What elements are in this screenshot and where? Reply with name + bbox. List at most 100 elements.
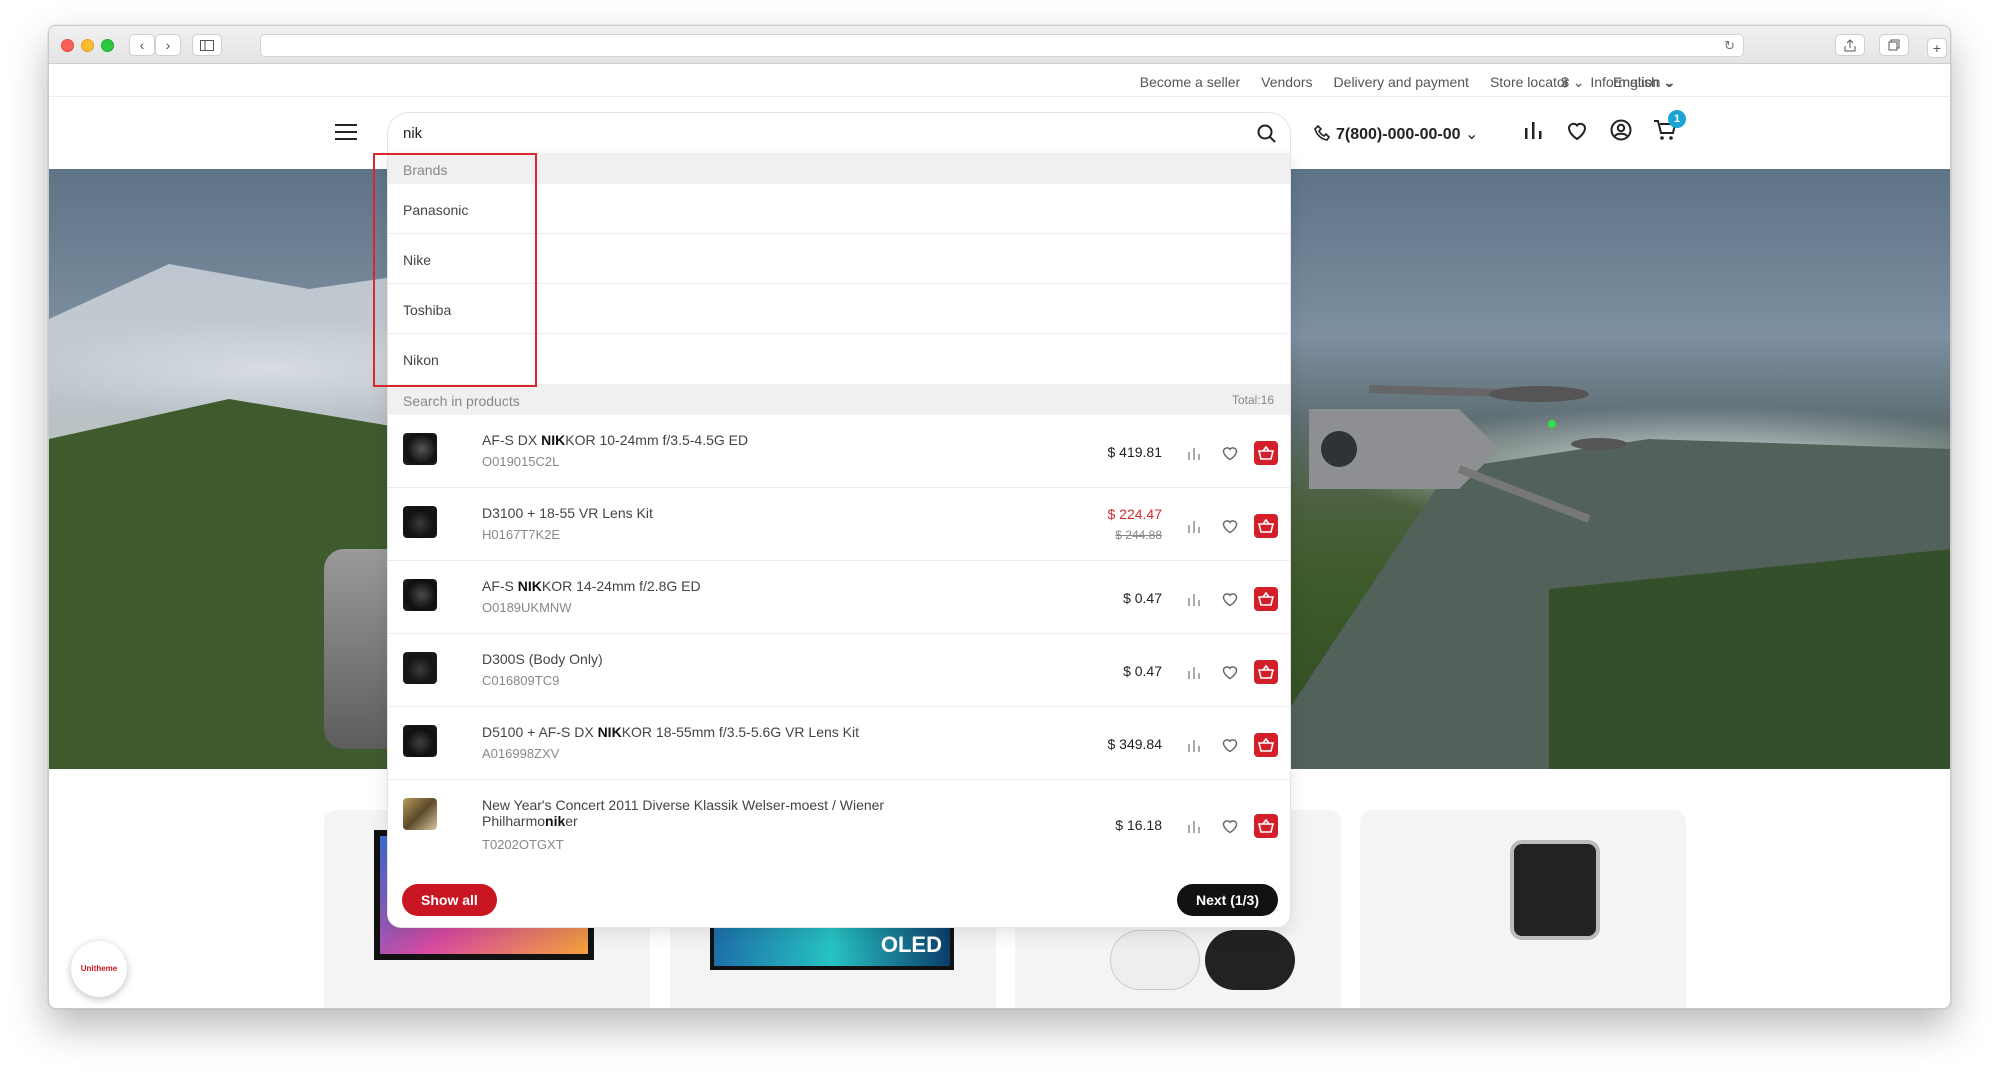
next-page-button[interactable]: Next (1/3): [1176, 884, 1278, 916]
wishlist-icon[interactable]: [1565, 118, 1589, 142]
product-price: $ 16.18: [1115, 817, 1162, 833]
product-sku: T0202OTGXT: [482, 837, 564, 852]
white-controller-image: [1110, 930, 1200, 990]
zoom-window-button[interactable]: [101, 39, 114, 52]
product-suggestion[interactable]: AF-S NIKKOR 14-24mm f/2.8G ED O0189UKMNW…: [388, 561, 1290, 634]
back-button[interactable]: ‹: [129, 34, 155, 56]
compare-icon: [1188, 594, 1200, 606]
wishlist-button[interactable]: [1218, 441, 1242, 465]
product-price: $ 0.47: [1123, 590, 1162, 606]
product-name[interactable]: D5100 + AF-S DX NIKKOR 18-55mm f/3.5-5.6…: [482, 724, 922, 740]
currency-label: $: [1561, 74, 1569, 90]
compare-button[interactable]: [1182, 814, 1206, 838]
heart-icon: [1222, 666, 1238, 680]
product-name[interactable]: AF-S DX NIKKOR 10-24mm f/3.5-4.5G ED: [482, 432, 922, 448]
product-suggestion[interactable]: D5100 + AF-S DX NIKKOR 18-55mm f/3.5-5.6…: [388, 707, 1290, 780]
new-tab-button[interactable]: +: [1927, 38, 1947, 58]
total-count: Total:16: [1231, 393, 1274, 407]
product-thumbnail: [403, 725, 437, 757]
link-store-locator[interactable]: Store locator: [1490, 74, 1569, 91]
drone-image: [1309, 385, 1627, 523]
product-thumbnail: [403, 579, 437, 611]
black-controller-image: [1205, 930, 1295, 990]
search-bar[interactable]: [387, 112, 1291, 156]
wishlist-button[interactable]: [1218, 514, 1242, 538]
tabs-icon: [1888, 39, 1900, 51]
language-dropdown[interactable]: English ⌄: [1613, 74, 1675, 91]
compare-icon: [1188, 448, 1200, 460]
cart-count-badge: 1: [1668, 110, 1686, 128]
unitheme-badge[interactable]: Unitheme: [71, 941, 127, 997]
menu-icon[interactable]: [335, 124, 357, 140]
compare-button[interactable]: [1182, 441, 1206, 465]
wishlist-button[interactable]: [1218, 733, 1242, 757]
link-become-seller[interactable]: Become a seller: [1140, 74, 1240, 91]
chevron-down-icon: ⌄: [1464, 126, 1479, 143]
basket-icon: [1258, 738, 1274, 752]
search-input[interactable]: [403, 125, 1203, 142]
product-price: $ 419.81: [1107, 444, 1163, 460]
product-thumbnail: [403, 652, 437, 684]
compare-button[interactable]: [1182, 514, 1206, 538]
heart-icon: [1222, 739, 1238, 753]
add-to-cart-button[interactable]: [1254, 814, 1278, 838]
add-to-cart-button[interactable]: [1254, 733, 1278, 757]
product-name[interactable]: AF-S NIKKOR 14-24mm f/2.8G ED: [482, 578, 922, 594]
add-to-cart-button[interactable]: [1254, 587, 1278, 611]
wishlist-button[interactable]: [1218, 660, 1242, 684]
product-name[interactable]: D300S (Body Only): [482, 651, 922, 667]
currency-dropdown[interactable]: $ ⌄: [1561, 74, 1584, 91]
reload-icon[interactable]: ↻: [1724, 38, 1735, 54]
compare-icon: [1188, 740, 1200, 752]
minimize-window-button[interactable]: [81, 39, 94, 52]
add-to-cart-button[interactable]: [1254, 660, 1278, 684]
sidebar-toggle-button[interactable]: [192, 34, 222, 56]
product-price: $ 0.47: [1123, 663, 1162, 679]
browser-window: ‹ › ↻ + Become a seller Vendors Delivery…: [48, 25, 1951, 1009]
link-delivery-payment[interactable]: Delivery and payment: [1334, 74, 1469, 91]
compare-icon: [1188, 821, 1200, 833]
product-suggestion[interactable]: D300S (Body Only) C016809TC9 $ 0.47: [388, 634, 1290, 707]
basket-icon: [1258, 519, 1274, 533]
compare-button[interactable]: [1182, 660, 1206, 684]
link-vendors[interactable]: Vendors: [1261, 74, 1312, 91]
brands-highlight-box: [373, 153, 537, 387]
chevron-down-icon: ⌄: [1662, 74, 1675, 90]
close-window-button[interactable]: [61, 39, 74, 52]
compare-button[interactable]: [1182, 587, 1206, 611]
compare-icon[interactable]: [1521, 118, 1545, 142]
address-bar[interactable]: ↻: [260, 34, 1744, 57]
sidebar-icon: [200, 40, 214, 51]
action-camera-image: [1510, 840, 1600, 940]
product-thumbnail: [403, 433, 437, 465]
forward-button[interactable]: ›: [155, 34, 181, 56]
product-sku: A016998ZXV: [482, 746, 560, 761]
product-suggestion[interactable]: D3100 + 18-55 VR Lens Kit H0167T7K2E $ 2…: [388, 488, 1290, 561]
search-icon[interactable]: [1256, 123, 1278, 145]
language-label: English: [1613, 74, 1659, 90]
product-name[interactable]: D3100 + 18-55 VR Lens Kit: [482, 505, 922, 521]
add-to-cart-button[interactable]: [1254, 441, 1278, 465]
compare-button[interactable]: [1182, 733, 1206, 757]
utility-nav: Become a seller Vendors Delivery and pay…: [49, 64, 1950, 97]
product-sku: H0167T7K2E: [482, 527, 561, 542]
compare-icon: [1188, 667, 1200, 679]
add-to-cart-button[interactable]: [1254, 514, 1278, 538]
tabs-overview-button[interactable]: [1879, 34, 1909, 56]
product-sale-price: $ 224.47: [1107, 506, 1163, 522]
cart-button[interactable]: 1: [1653, 110, 1686, 147]
product-thumbnail: [403, 506, 437, 538]
account-icon[interactable]: [1609, 118, 1633, 142]
product-old-price: $ 244.88: [1115, 528, 1162, 542]
product-name[interactable]: New Year's Concert 2011 Diverse Klassik …: [482, 797, 922, 829]
wishlist-button[interactable]: [1218, 814, 1242, 838]
phone-dropdown[interactable]: 7(800)-000-00-00 ⌄: [1314, 124, 1478, 144]
category-card-cameras[interactable]: [1360, 810, 1686, 1008]
product-suggestion[interactable]: AF-S DX NIKKOR 10-24mm f/3.5-4.5G ED O01…: [388, 415, 1290, 488]
product-suggestion[interactable]: New Year's Concert 2011 Diverse Klassik …: [388, 780, 1290, 872]
share-button[interactable]: [1835, 34, 1865, 56]
wishlist-button[interactable]: [1218, 587, 1242, 611]
phone-icon: [1314, 124, 1331, 141]
basket-icon: [1258, 819, 1274, 833]
show-all-button[interactable]: Show all: [402, 884, 497, 916]
